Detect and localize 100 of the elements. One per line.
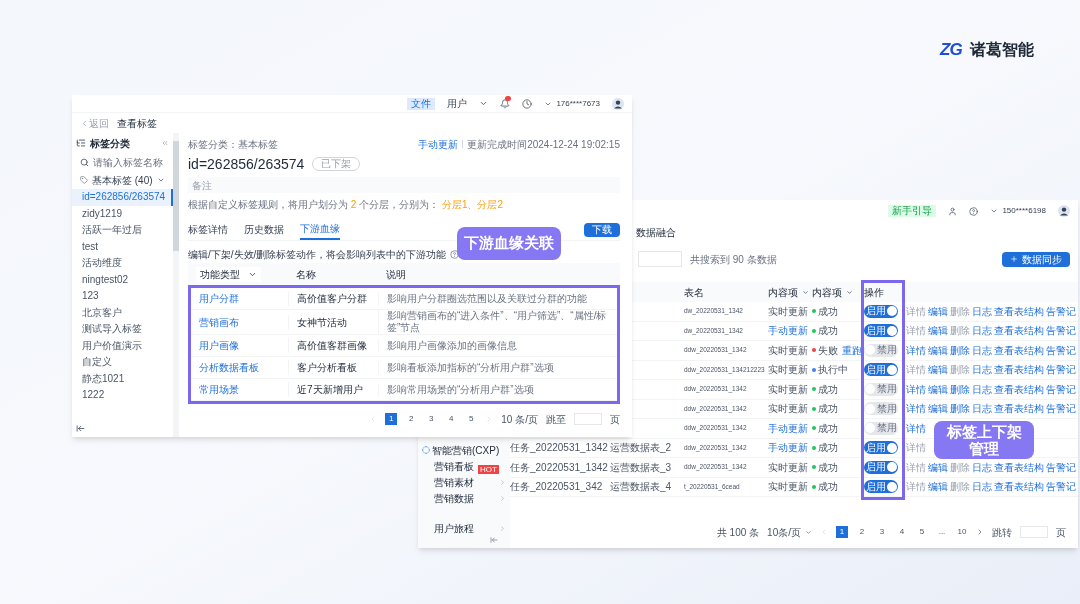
help-icon[interactable] [450,249,460,259]
action-link[interactable]: 日志 [972,362,992,378]
tag-item[interactable]: 活跃一年过后 [72,222,173,239]
page-button[interactable]: 1 [385,413,398,425]
help-icon[interactable] [969,206,979,216]
action-link[interactable]: 编辑 [928,479,948,495]
action-link[interactable]: 查看表结构 [994,342,1044,358]
toggle-switch[interactable]: 启用 [864,441,898,455]
column-filter[interactable]: 功能类型 [196,266,261,282]
action-link[interactable]: 删除 [950,381,970,397]
menu-item[interactable]: 用户旅程 [418,520,510,536]
avatar-icon[interactable] [1058,205,1070,217]
action-link[interactable]: 详情 [906,420,926,436]
page-button[interactable]: 5 [916,526,928,538]
action-link[interactable]: 查看表结构 [994,323,1044,339]
tab[interactable]: 标签详情 [188,219,228,240]
tag-item[interactable]: id=262856/263574 [72,189,173,206]
page-input[interactable] [574,413,602,425]
next-page-icon[interactable] [976,528,984,536]
menu-item[interactable]: 营销数据 [418,490,510,506]
action-link[interactable]: 告警记 [1046,479,1076,495]
action-link[interactable]: 编辑 [928,362,948,378]
tag-item[interactable]: 活动维度 [72,255,173,272]
tag-item[interactable]: 123 [72,288,173,305]
function-type-link[interactable]: 常用场景 [191,382,288,397]
action-link[interactable]: 编辑 [928,459,948,475]
tag-item[interactable]: 用户价值演示 [72,337,173,354]
manual-update-link[interactable]: 手动更新 [418,136,459,152]
toggle-switch[interactable]: 禁用 [864,343,898,357]
action-link[interactable]: 告警记 [1046,342,1076,358]
page-size-select[interactable]: 10 条/页 [501,411,538,427]
account-menu[interactable]: 150****6198 [990,205,1046,217]
column-filter[interactable]: 内容项 [768,284,812,300]
action-link[interactable]: 详情 [906,381,926,397]
toggle-switch[interactable]: 禁用 [864,402,898,416]
account-menu[interactable]: 176****7673 [544,97,600,110]
page-button[interactable]: 5 [465,413,478,425]
toggle-switch[interactable]: 启用 [864,460,898,474]
action-link[interactable]: 告警记 [1046,303,1076,319]
action-link[interactable]: 告警记 [1046,323,1076,339]
action-link[interactable]: 查看表结构 [994,303,1044,319]
page-button[interactable]: 10 [956,526,968,538]
tag-item[interactable]: 静态1021 [72,370,173,387]
action-link[interactable]: 编辑 [928,381,948,397]
tag-item[interactable]: test [72,238,173,255]
action-link[interactable]: 告警记 [1046,362,1076,378]
avatar-icon[interactable] [612,97,624,110]
toggle-switch[interactable]: 禁用 [864,421,898,435]
tag-item[interactable]: 自定义 [72,354,173,371]
user-icon[interactable] [948,206,958,216]
collapse-sidebar-icon[interactable] [76,424,85,433]
collapse-icon[interactable] [160,139,169,147]
action-link[interactable]: 查看表结构 [994,381,1044,397]
action-link[interactable]: 日志 [972,459,992,475]
action-link[interactable]: 查看表结构 [994,401,1044,417]
action-link[interactable]: 查看表结构 [994,479,1044,495]
action-link[interactable]: 日志 [972,342,992,358]
action-link[interactable]: 详情 [906,401,926,417]
action-link[interactable]: 日志 [972,479,992,495]
action-link[interactable]: 日志 [972,323,992,339]
action-link[interactable]: 告警记 [1046,459,1076,475]
page-button[interactable]: 1 [836,526,848,538]
action-link[interactable]: 编辑 [928,342,948,358]
action-link[interactable]: 删除 [950,342,970,358]
toggle-switch[interactable]: 启用 [864,304,898,318]
action-link[interactable]: 查看表结构 [994,362,1044,378]
download-button[interactable]: 下载 [584,222,620,237]
action-link[interactable]: 查看表结构 [994,459,1044,475]
action-link[interactable]: 告警记 [1046,401,1076,417]
bell-button[interactable] [500,98,511,109]
page-button[interactable]: 4 [896,526,908,538]
toggle-switch[interactable]: 禁用 [864,382,898,396]
column-filter[interactable]: 内容项 [812,284,864,300]
action-link[interactable]: 日志 [972,381,992,397]
page-button[interactable]: 2 [405,413,418,425]
search-field[interactable]: 请输入标签名称 [76,153,169,171]
action-link[interactable]: 详情 [906,342,926,358]
action-link[interactable]: 编辑 [928,401,948,417]
user-menu[interactable]: 用户 [447,96,489,111]
scrollbar[interactable] [172,133,179,437]
page-size-select[interactable]: 10条/页 [767,524,812,540]
function-type-link[interactable]: 用户画像 [191,338,288,353]
toggle-switch[interactable]: 启用 [864,480,898,494]
action-link[interactable]: 编辑 [928,303,948,319]
page-input[interactable] [1020,526,1048,538]
action-link[interactable]: 日志 [972,303,992,319]
remark-field[interactable]: 备注 [188,177,620,193]
action-link[interactable]: 日志 [972,401,992,417]
tag-item[interactable]: 测试导入标签 [72,321,173,338]
sync-button[interactable]: 数据同步 [1002,251,1070,267]
function-type-link[interactable]: 分析数据看板 [191,360,288,375]
function-type-link[interactable]: 用户分群 [191,291,288,306]
toggle-switch[interactable]: 启用 [864,363,898,377]
menu-item[interactable]: 营销素材 [418,474,510,490]
tab[interactable]: 下游血缘 [300,219,340,240]
page-button[interactable]: 4 [445,413,458,425]
tag-item[interactable]: 北京客户 [72,304,173,321]
tag-item[interactable]: ningtest02 [72,271,173,288]
menu-group[interactable]: 智能营销(CXP) [418,442,510,458]
tag-item[interactable]: 1222 [72,387,173,404]
